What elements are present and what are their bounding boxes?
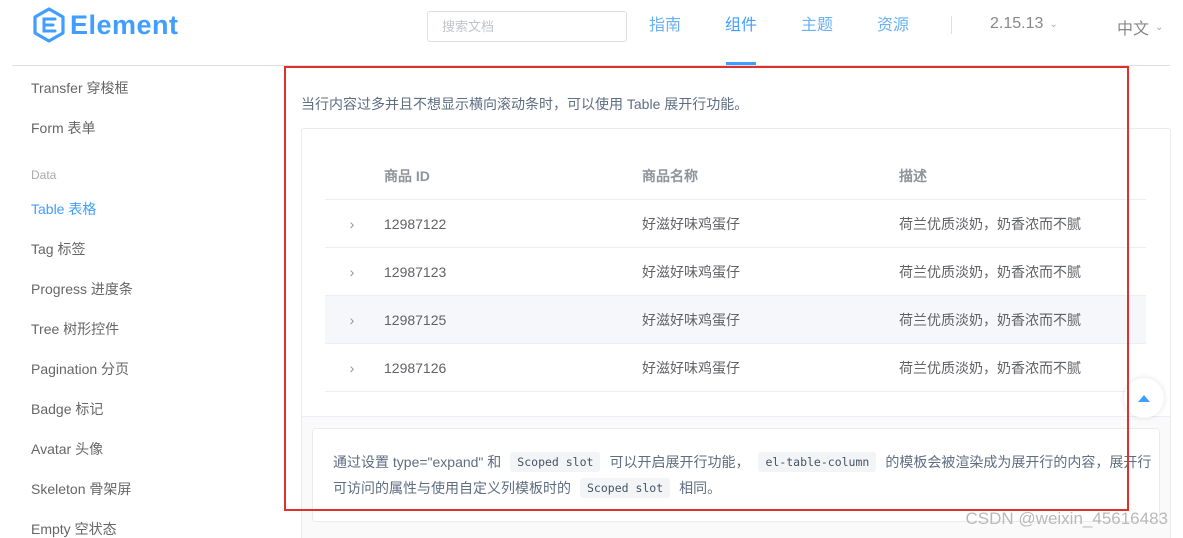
cell-name: 好滋好味鸡蛋仔 [642,360,740,376]
expand-table: 商品 ID 商品名称 描述 › 12987122 好滋好味鸡蛋仔 荷兰优质淡奶，… [325,152,1146,392]
tip-text: 通过设置 type="expand" 和 [333,454,502,470]
element-logo[interactable]: Element [32,7,179,43]
header-divider [12,65,1170,66]
language-dropdown[interactable]: 中文 ⌄ [1117,15,1163,39]
table-row[interactable]: › 12987123 好滋好味鸡蛋仔 荷兰优质淡奶，奶香浓而不腻 [325,248,1146,296]
sidebar-item-empty[interactable]: Empty 空状态 [31,519,117,538]
tip-line-1: 通过设置 type="expand" 和 Scoped slot 可以开启展开行… [333,452,1151,472]
back-to-top-button[interactable] [1124,378,1164,418]
version-label: 2.15.13 [990,15,1044,32]
watermark: CSDN @weixin_45616483 [965,509,1168,528]
cell-id: 12987123 [384,264,447,280]
sidebar-item-table[interactable]: Table 表格 [31,199,96,219]
table-row[interactable]: › 12987122 好滋好味鸡蛋仔 荷兰优质淡奶，奶香浓而不腻 [325,200,1146,248]
cell-id: 12987122 [384,216,447,232]
cell-name: 好滋好味鸡蛋仔 [642,216,740,232]
sidebar-item-form[interactable]: Form 表单 [31,118,96,138]
version-dropdown[interactable]: 2.15.13 ⌄ [990,15,1058,33]
section-description: 当行内容过多并且不想显示横向滚动条时，可以使用 Table 展开行功能。 [301,96,749,112]
cell-desc: 荷兰优质淡奶，奶香浓而不腻 [899,264,1081,280]
cell-desc: 荷兰优质淡奶，奶香浓而不腻 [899,216,1081,232]
cell-name: 好滋好味鸡蛋仔 [642,312,740,328]
sidebar-item-tag[interactable]: Tag 标签 [31,239,85,259]
nav-theme[interactable]: 主题 [801,15,833,37]
table-row[interactable]: › 12987126 好滋好味鸡蛋仔 荷兰优质淡奶，奶香浓而不腻 [325,344,1146,392]
sidebar-item-pagination[interactable]: Pagination 分页 [31,359,129,379]
nav-divider [951,16,952,34]
sidebar-item-badge[interactable]: Badge 标记 [31,399,103,419]
element-logo-icon [33,7,65,43]
cell-desc: 荷兰优质淡奶，奶香浓而不腻 [899,312,1081,328]
cell-desc: 荷兰优质淡奶，奶香浓而不腻 [899,360,1081,376]
tip-text: 可访问的属性与使用自定义列模板时的 [333,480,571,496]
cell-id: 12987125 [384,312,447,328]
description-tip [312,428,1160,522]
expand-arrow-icon[interactable]: › [345,360,359,376]
language-label: 中文 [1117,21,1150,38]
column-header-id: 商品 ID [384,168,430,184]
expand-arrow-icon[interactable]: › [345,216,359,232]
chevron-down-icon: ⌄ [1155,21,1164,33]
tip-text: 可以开启展开行功能， [609,454,750,470]
tip-text: 相同。 [679,480,722,496]
table-row[interactable]: › 12987125 好滋好味鸡蛋仔 荷兰优质淡奶，奶香浓而不腻 [325,296,1146,344]
sidebar-item-skeleton[interactable]: Skeleton 骨架屏 [31,479,131,499]
logo-text: Element [70,9,179,40]
expand-arrow-icon[interactable]: › [345,264,359,280]
code-scoped-slot: Scoped slot [580,478,671,498]
caret-up-icon [1138,394,1150,402]
column-header-name: 商品名称 [642,168,698,184]
code-el-table-column: el-table-column [758,452,877,472]
sidebar-item-transfer[interactable]: Transfer 穿梭框 [31,78,129,98]
table-header: 商品 ID 商品名称 描述 [325,152,1146,200]
nav-resources[interactable]: 资源 [877,15,909,37]
expand-arrow-icon[interactable]: › [345,312,359,328]
column-header-desc: 描述 [899,168,927,184]
search-input[interactable] [427,11,627,42]
tip-text: 的模板会被渲染成为展开行的内容，展开行 [885,454,1152,470]
sidebar-item-progress[interactable]: Progress 进度条 [31,279,133,299]
nav-guide[interactable]: 指南 [649,15,681,37]
sidebar-item-tree[interactable]: Tree 树形控件 [31,319,119,339]
chevron-down-icon: ⌄ [1049,18,1058,30]
cell-id: 12987126 [384,360,447,376]
sidebar-group-label: Data [31,168,57,182]
cell-name: 好滋好味鸡蛋仔 [642,264,740,280]
tip-line-2: 可访问的属性与使用自定义列模板时的 Scoped slot 相同。 [333,478,721,498]
code-scoped-slot: Scoped slot [510,452,601,472]
sidebar-item-avatar[interactable]: Avatar 头像 [31,439,103,459]
nav-components[interactable]: 组件 [725,15,757,37]
